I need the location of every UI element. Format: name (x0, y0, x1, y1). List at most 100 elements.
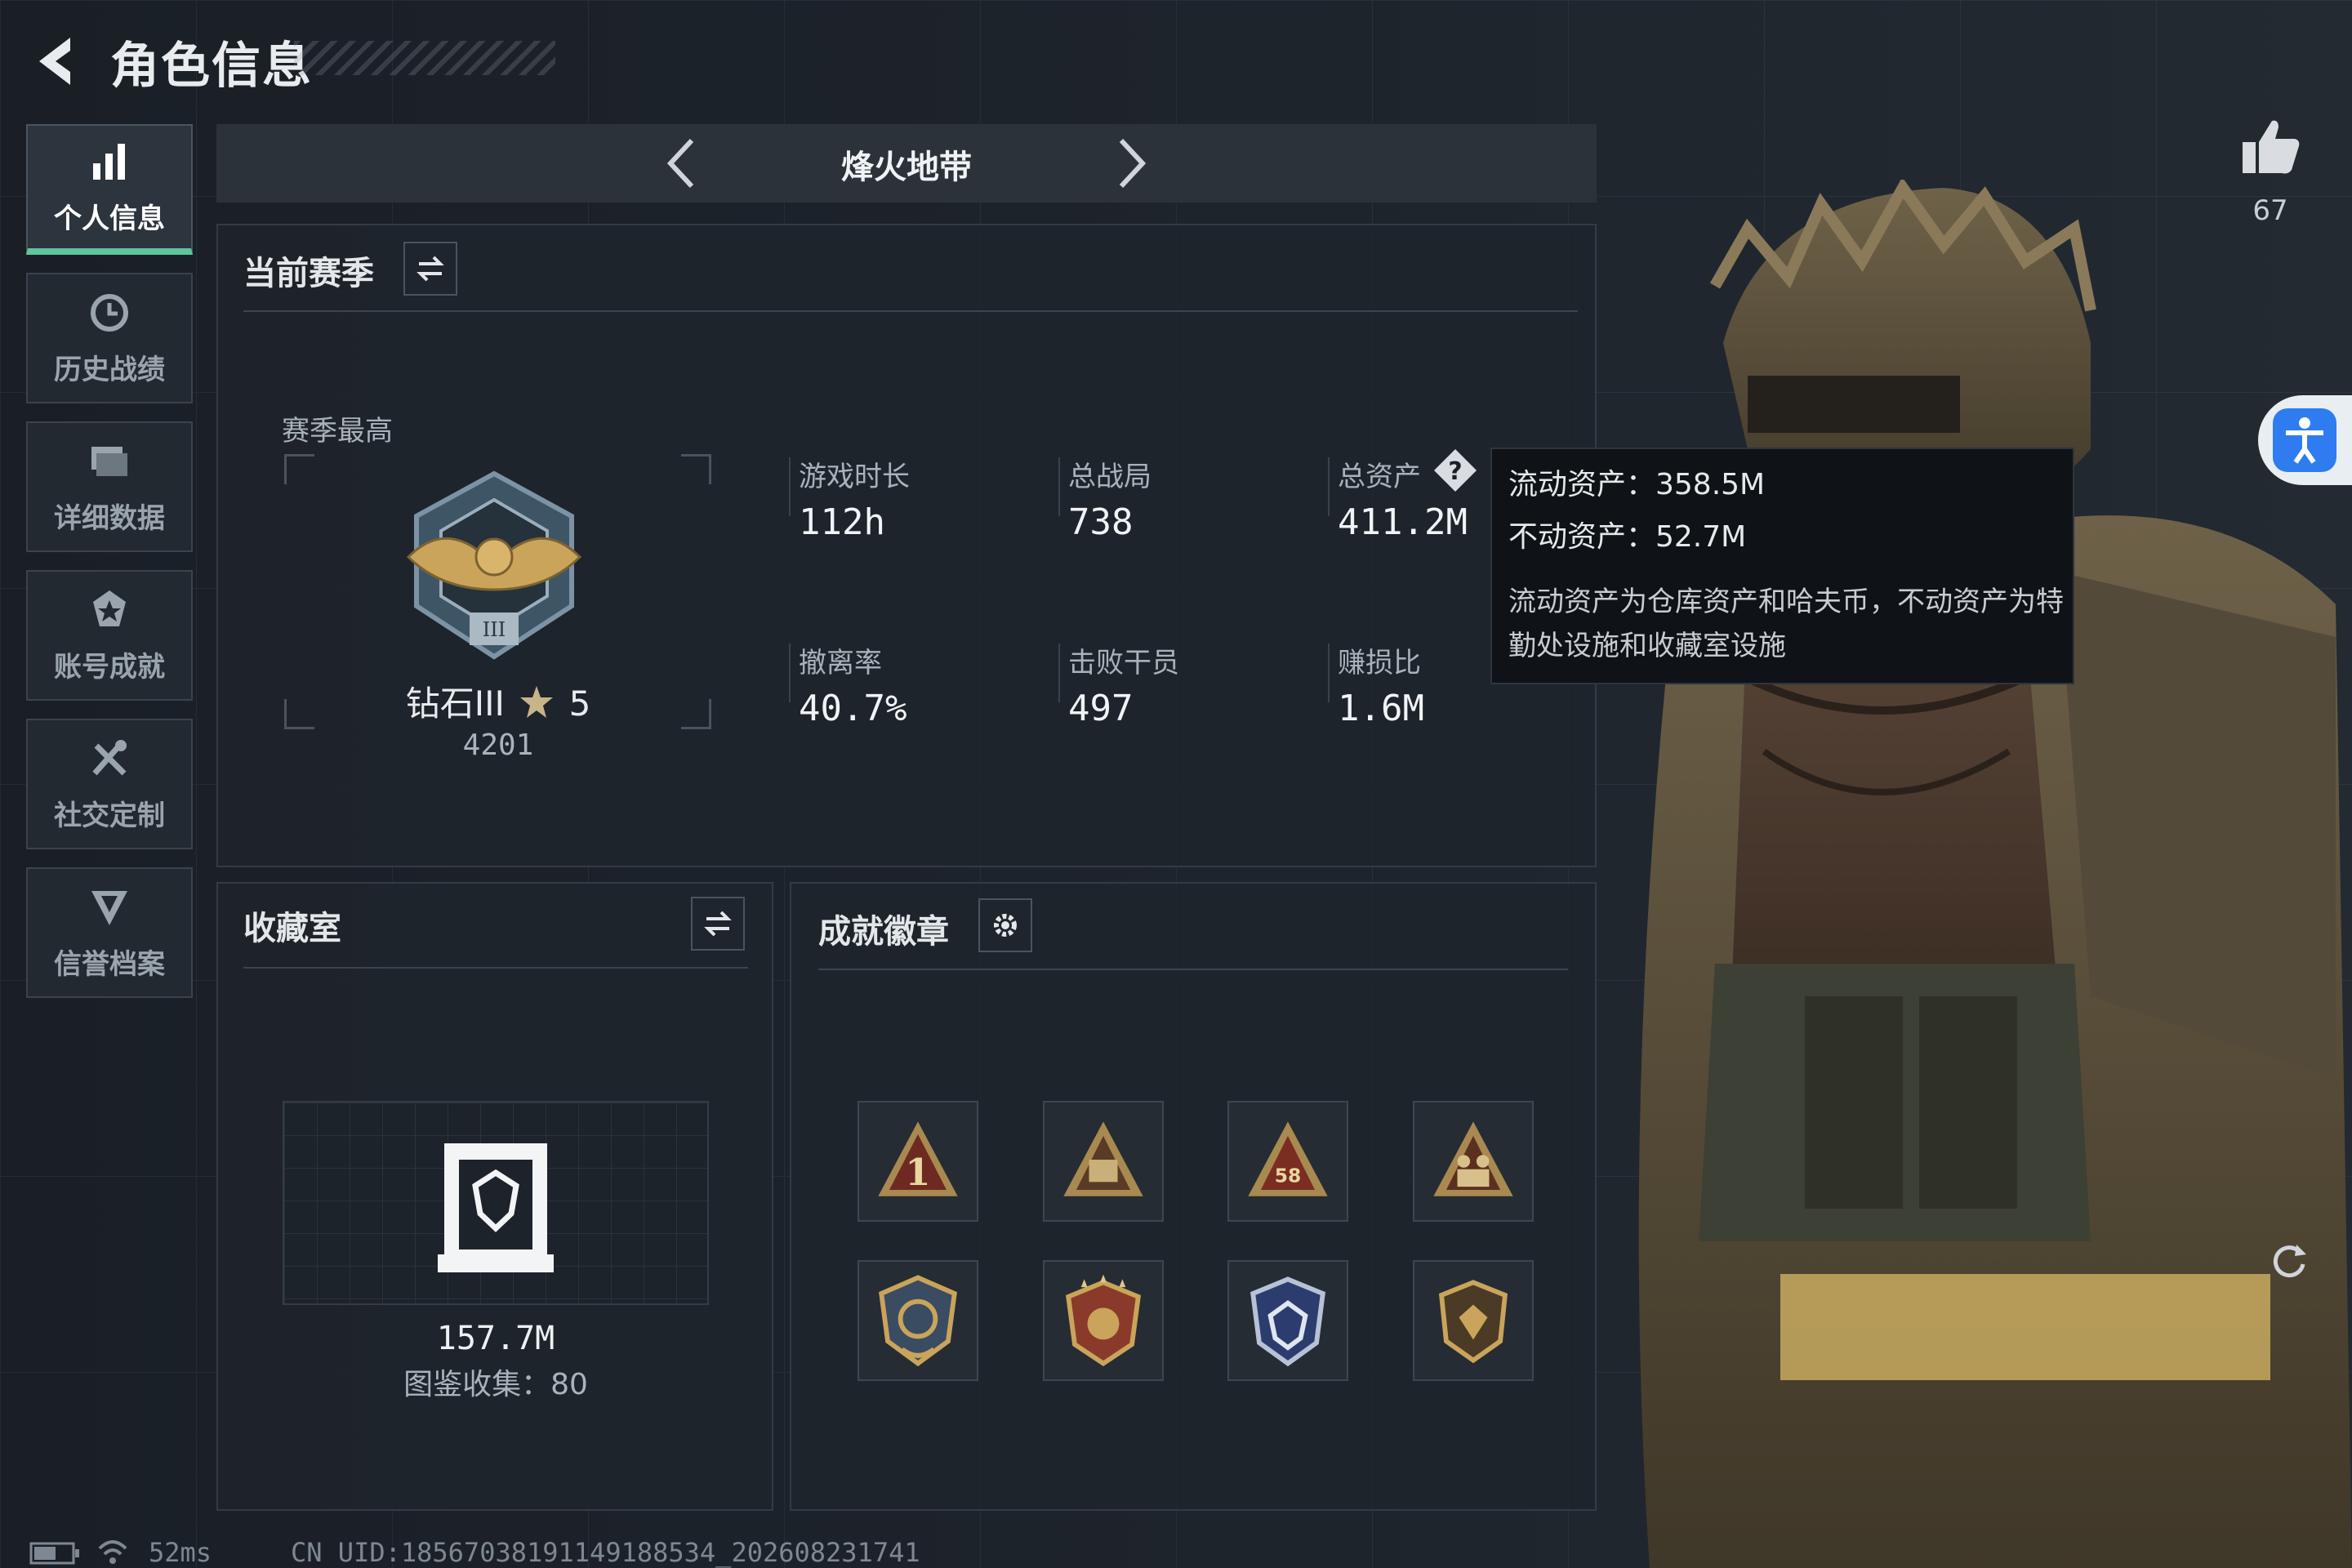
sidebar-item-label: 信誉档案 (54, 947, 165, 981)
liquid-assets: 流动资产：358.5M (1508, 468, 1766, 501)
anchor-shield-badge-icon (879, 1275, 957, 1367)
accessibility-button[interactable] (2258, 395, 2352, 485)
mode-name: 烽火地带 (841, 149, 972, 186)
assets-tooltip: 流动资产：358.5M 不动资产：52.7M 流动资产为仓库资产和哈夫币，不动资… (1490, 448, 2074, 684)
sidebar-item-personal-info[interactable]: 个人信息 (26, 124, 193, 255)
sidebar-item-label: 个人信息 (54, 202, 165, 235)
sidebar-item-history[interactable]: 历史战绩 (26, 273, 193, 403)
achievement-badge[interactable] (1413, 1101, 1534, 1222)
wifi-icon (98, 1540, 127, 1564)
collection-title: 收藏室 (243, 910, 341, 947)
fixed-assets: 不动资产：52.7M (1508, 520, 1747, 554)
sidebar-item-label: 账号成就 (54, 650, 165, 684)
gear-icon (994, 914, 1017, 937)
stat-divider (1328, 644, 1330, 702)
sidebar-item-detail-data[interactable]: 详细数据 (26, 421, 193, 552)
history-clock-icon (91, 293, 128, 332)
rank-score: 4201 (462, 728, 534, 762)
emblem-shield-badge-icon (1438, 1280, 1508, 1364)
svg-text:?: ? (1448, 457, 1462, 486)
character-portrait (1638, 180, 2352, 1568)
extract-rate-label: 撤离率 (799, 647, 882, 679)
next-mode-arrow-icon[interactable] (1107, 136, 1156, 191)
sidebar-item-label: 社交定制 (54, 799, 165, 832)
sidebar-item-label: 历史战绩 (54, 353, 165, 386)
achievement-badge[interactable] (858, 1260, 978, 1381)
collection-switch-button[interactable] (691, 897, 745, 951)
stat-divider (789, 457, 791, 516)
tools-icon (92, 739, 127, 775)
triangle-badge-icon (1063, 1121, 1143, 1196)
svg-text:1: 1 (905, 1151, 930, 1194)
page-title: 角色信息 (110, 38, 313, 95)
codex-count: 图鉴收集：80 (403, 1368, 588, 1401)
kills-value: 497 (1068, 688, 1134, 729)
stat-divider (1058, 644, 1060, 702)
rank-tier: 钻石III (405, 684, 505, 724)
mode-selector: 烽火地带 (216, 124, 1597, 203)
star-crest-badge-icon (1065, 1274, 1142, 1367)
divider (818, 969, 1568, 970)
divider (243, 310, 1578, 312)
total-assets-value: 411.2M (1338, 501, 1468, 543)
frame-corner (681, 454, 711, 484)
medal-star-icon (93, 590, 126, 626)
achievement-badge[interactable] (1227, 1260, 1348, 1381)
back-arrow-icon[interactable] (28, 33, 85, 90)
svg-text:III: III (483, 618, 506, 641)
profit-ratio-value: 1.6M (1338, 688, 1424, 729)
collection-value: 157.7M (436, 1320, 555, 1357)
season-switch-button[interactable] (403, 242, 457, 296)
triangle-badge-58-icon: 58 (1248, 1121, 1328, 1196)
stat-divider (1058, 457, 1060, 516)
vault-icon (438, 1143, 554, 1272)
achievement-badge[interactable]: 1 (858, 1101, 978, 1222)
frame-corner (284, 454, 314, 484)
swap-icon (416, 256, 444, 282)
season-title: 当前赛季 (243, 255, 374, 292)
play-time-value: 112h (799, 501, 885, 543)
sidebar: 个人信息 历史战绩 详细数据 账号成就 社交定制 信誉档案 (26, 124, 196, 1016)
sidebar-item-social[interactable]: 社交定制 (26, 719, 193, 849)
stat-divider (789, 644, 791, 702)
total-matches-value: 738 (1068, 501, 1134, 543)
achievement-badge[interactable] (1043, 1260, 1164, 1381)
rank-name: 钻石III 5 (270, 676, 727, 726)
achievement-badge[interactable] (1043, 1101, 1164, 1222)
achievement-badge[interactable]: 58 (1227, 1101, 1348, 1222)
profit-ratio-label: 赚损比 (1338, 647, 1421, 679)
kills-label: 击败干员 (1068, 647, 1179, 679)
battery-icon (29, 1542, 79, 1565)
svg-text:58: 58 (1275, 1164, 1302, 1187)
sidebar-item-label: 详细数据 (54, 501, 165, 535)
play-time-label: 游戏时长 (799, 461, 910, 493)
uid-text: CN UID:18567038191149188534_202608231741 (291, 1537, 920, 1568)
achievement-badge[interactable] (1413, 1260, 1534, 1381)
achievements-settings-button[interactable] (978, 898, 1032, 952)
title-decoration (294, 41, 555, 75)
divider (243, 967, 748, 969)
bar-chart-icon (93, 143, 125, 180)
shield-v-icon (91, 890, 127, 925)
season-best-label: 赛季最高 (282, 415, 393, 448)
total-matches-label: 总战局 (1068, 461, 1152, 493)
rank-one-badge-icon: 1 (878, 1121, 958, 1196)
like-count: 67 (2252, 194, 2288, 227)
achievements-title: 成就徽章 (818, 913, 949, 951)
folder-icon (91, 446, 127, 476)
total-assets-label: 总资产 (1338, 461, 1421, 493)
assets-description: 流动资产为仓库资产和哈夫币，不动资产为特勤处设施和收藏室设施 (1508, 586, 2064, 662)
soldiers-badge-icon (1433, 1121, 1513, 1196)
sidebar-item-achievements[interactable]: 账号成就 (26, 570, 193, 701)
stat-divider (1328, 457, 1330, 516)
rank-emblem-icon: III (406, 470, 582, 660)
rotate-icon[interactable] (2269, 1240, 2310, 1281)
ping-value: 52ms (149, 1537, 212, 1568)
accessibility-icon (2273, 408, 2336, 472)
gem-shield-badge-icon (1250, 1276, 1325, 1367)
sidebar-item-credit[interactable]: 信誉档案 (26, 867, 193, 998)
star-icon (520, 686, 554, 718)
thumbs-up-icon[interactable] (2238, 114, 2303, 180)
rank-stars: 5 (568, 684, 591, 724)
help-icon[interactable]: ? (1431, 446, 1480, 495)
